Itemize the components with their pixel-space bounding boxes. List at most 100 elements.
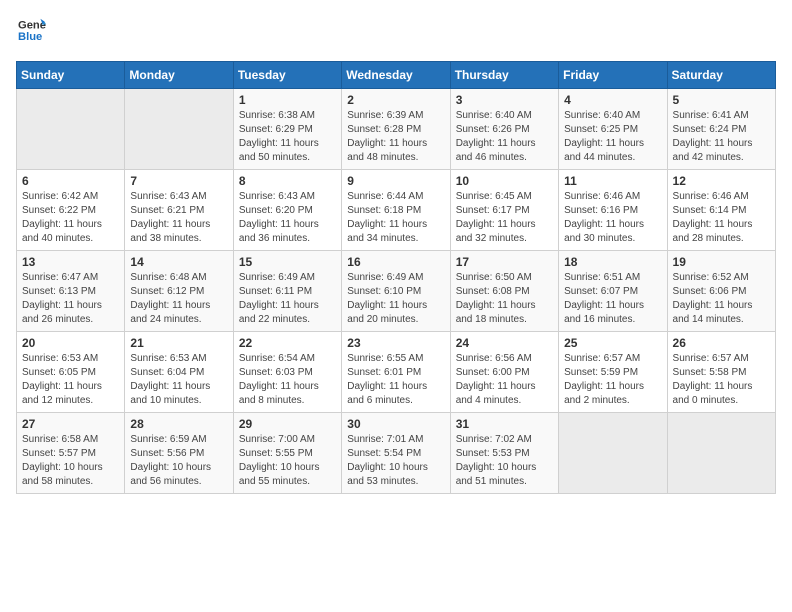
calendar-header-row: SundayMondayTuesdayWednesdayThursdayFrid…: [17, 62, 776, 89]
day-number: 22: [239, 336, 336, 350]
day-number: 25: [564, 336, 661, 350]
cell-info: Sunrise: 6:43 AMSunset: 6:21 PMDaylight:…: [130, 190, 227, 246]
calendar-cell: 9 Sunrise: 6:44 AMSunset: 6:18 PMDaylight…: [342, 170, 450, 251]
cell-info: Sunrise: 6:43 AMSunset: 6:20 PMDaylight:…: [239, 190, 336, 246]
day-number: 20: [22, 336, 119, 350]
calendar-cell: 24Sunrise: 6:56 AMSunset: 6:00 PMDayligh…: [450, 332, 558, 413]
cell-info: Sunrise: 6:52 AMSunset: 6:06 PMDaylight:…: [673, 271, 770, 327]
day-number: 7: [130, 174, 227, 188]
header-wednesday: Wednesday: [342, 62, 450, 89]
logo-icon: General Blue: [18, 16, 46, 44]
day-number: 31: [456, 417, 553, 431]
cell-info: Sunrise: 6:49 AMSunset: 6:11 PMDaylight:…: [239, 271, 336, 327]
calendar-cell: [559, 413, 667, 494]
calendar-cell: 28 Sunrise: 6:59 AMSunset: 5:56 PMDayligh…: [125, 413, 233, 494]
calendar-cell: 4Sunrise: 6:40 AMSunset: 6:25 PMDaylight…: [559, 89, 667, 170]
cell-info: Sunrise: 6:57 AMSunset: 5:59 PMDaylight:…: [564, 352, 661, 408]
cell-info: Sunrise: 6:44 AMSunset: 6:18 PMDaylight:…: [347, 190, 444, 246]
cell-info: Sunrise: 6:40 AMSunset: 6:26 PMDaylight:…: [456, 109, 553, 165]
cell-info: Sunrise: 6:46 AMSunset: 6:16 PMDaylight:…: [564, 190, 661, 246]
calendar-cell: 15 Sunrise: 6:49 AMSunset: 6:11 PMDayligh…: [233, 251, 341, 332]
cell-info: Sunrise: 6:53 AMSunset: 6:05 PMDaylight:…: [22, 352, 119, 408]
calendar-cell: 14 Sunrise: 6:48 AMSunset: 6:12 PMDayligh…: [125, 251, 233, 332]
cell-info: Sunrise: 6:59 AMSunset: 5:56 PMDaylight:…: [130, 433, 227, 489]
calendar-cell: 13Sunrise: 6:47 AMSunset: 6:13 PMDayligh…: [17, 251, 125, 332]
calendar-table: SundayMondayTuesdayWednesdayThursdayFrid…: [16, 61, 776, 494]
page-header: General Blue: [16, 16, 776, 49]
calendar-cell: 1 Sunrise: 6:38 AMSunset: 6:29 PMDaylight…: [233, 89, 341, 170]
day-number: 14: [130, 255, 227, 269]
calendar-week-row: 27Sunrise: 6:58 AMSunset: 5:57 PMDayligh…: [17, 413, 776, 494]
calendar-cell: 2 Sunrise: 6:39 AMSunset: 6:28 PMDaylight…: [342, 89, 450, 170]
cell-info: Sunrise: 6:55 AMSunset: 6:01 PMDaylight:…: [347, 352, 444, 408]
day-number: 26: [673, 336, 770, 350]
calendar-cell: 16Sunrise: 6:49 AMSunset: 6:10 PMDayligh…: [342, 251, 450, 332]
header-friday: Friday: [559, 62, 667, 89]
calendar-cell: 18 Sunrise: 6:51 AMSunset: 6:07 PMDayligh…: [559, 251, 667, 332]
calendar-cell: 31Sunrise: 7:02 AMSunset: 5:53 PMDayligh…: [450, 413, 558, 494]
cell-info: Sunrise: 6:50 AMSunset: 6:08 PMDaylight:…: [456, 271, 553, 327]
calendar-cell: 3 Sunrise: 6:40 AMSunset: 6:26 PMDaylight…: [450, 89, 558, 170]
cell-info: Sunrise: 7:00 AMSunset: 5:55 PMDaylight:…: [239, 433, 336, 489]
day-number: 5: [673, 93, 770, 107]
day-number: 3: [456, 93, 553, 107]
calendar-cell: 17 Sunrise: 6:50 AMSunset: 6:08 PMDayligh…: [450, 251, 558, 332]
cell-info: Sunrise: 6:42 AMSunset: 6:22 PMDaylight:…: [22, 190, 119, 246]
day-number: 10: [456, 174, 553, 188]
day-number: 6: [22, 174, 119, 188]
cell-info: Sunrise: 6:40 AMSunset: 6:25 PMDaylight:…: [564, 109, 661, 165]
calendar-cell: 30 Sunrise: 7:01 AMSunset: 5:54 PMDayligh…: [342, 413, 450, 494]
cell-info: Sunrise: 6:57 AMSunset: 5:58 PMDaylight:…: [673, 352, 770, 408]
header-monday: Monday: [125, 62, 233, 89]
cell-info: Sunrise: 6:48 AMSunset: 6:12 PMDaylight:…: [130, 271, 227, 327]
calendar-cell: 11 Sunrise: 6:46 AMSunset: 6:16 PMDayligh…: [559, 170, 667, 251]
calendar-cell: 19 Sunrise: 6:52 AMSunset: 6:06 PMDayligh…: [667, 251, 775, 332]
day-number: 12: [673, 174, 770, 188]
day-number: 16: [347, 255, 444, 269]
calendar-cell: 21Sunrise: 6:53 AMSunset: 6:04 PMDayligh…: [125, 332, 233, 413]
header-sunday: Sunday: [17, 62, 125, 89]
cell-info: Sunrise: 6:46 AMSunset: 6:14 PMDaylight:…: [673, 190, 770, 246]
svg-text:Blue: Blue: [18, 31, 42, 43]
calendar-cell: [667, 413, 775, 494]
day-number: 2: [347, 93, 444, 107]
calendar-cell: 25 Sunrise: 6:57 AMSunset: 5:59 PMDayligh…: [559, 332, 667, 413]
calendar-cell: 22Sunrise: 6:54 AMSunset: 6:03 PMDayligh…: [233, 332, 341, 413]
calendar-cell: 5 Sunrise: 6:41 AMSunset: 6:24 PMDaylight…: [667, 89, 775, 170]
day-number: 15: [239, 255, 336, 269]
logo: General Blue: [16, 16, 38, 49]
cell-info: Sunrise: 6:45 AMSunset: 6:17 PMDaylight:…: [456, 190, 553, 246]
day-number: 29: [239, 417, 336, 431]
day-number: 9: [347, 174, 444, 188]
day-number: 1: [239, 93, 336, 107]
header-thursday: Thursday: [450, 62, 558, 89]
day-number: 8: [239, 174, 336, 188]
calendar-cell: 12 Sunrise: 6:46 AMSunset: 6:14 PMDayligh…: [667, 170, 775, 251]
calendar-cell: 8 Sunrise: 6:43 AMSunset: 6:20 PMDaylight…: [233, 170, 341, 251]
day-number: 28: [130, 417, 227, 431]
calendar-week-row: 13Sunrise: 6:47 AMSunset: 6:13 PMDayligh…: [17, 251, 776, 332]
calendar-week-row: 6 Sunrise: 6:42 AMSunset: 6:22 PMDaylight…: [17, 170, 776, 251]
cell-info: Sunrise: 6:38 AMSunset: 6:29 PMDaylight:…: [239, 109, 336, 165]
calendar-cell: 27Sunrise: 6:58 AMSunset: 5:57 PMDayligh…: [17, 413, 125, 494]
day-number: 18: [564, 255, 661, 269]
calendar-cell: 20 Sunrise: 6:53 AMSunset: 6:05 PMDayligh…: [17, 332, 125, 413]
day-number: 11: [564, 174, 661, 188]
calendar-cell: 23 Sunrise: 6:55 AMSunset: 6:01 PMDayligh…: [342, 332, 450, 413]
header-tuesday: Tuesday: [233, 62, 341, 89]
day-number: 17: [456, 255, 553, 269]
cell-info: Sunrise: 6:41 AMSunset: 6:24 PMDaylight:…: [673, 109, 770, 165]
day-number: 13: [22, 255, 119, 269]
day-number: 30: [347, 417, 444, 431]
calendar-cell: [125, 89, 233, 170]
day-number: 23: [347, 336, 444, 350]
cell-info: Sunrise: 6:39 AMSunset: 6:28 PMDaylight:…: [347, 109, 444, 165]
calendar-cell: [17, 89, 125, 170]
calendar-cell: 6 Sunrise: 6:42 AMSunset: 6:22 PMDaylight…: [17, 170, 125, 251]
header-saturday: Saturday: [667, 62, 775, 89]
cell-info: Sunrise: 6:51 AMSunset: 6:07 PMDaylight:…: [564, 271, 661, 327]
calendar-cell: 26 Sunrise: 6:57 AMSunset: 5:58 PMDayligh…: [667, 332, 775, 413]
day-number: 19: [673, 255, 770, 269]
cell-info: Sunrise: 7:01 AMSunset: 5:54 PMDaylight:…: [347, 433, 444, 489]
cell-info: Sunrise: 6:58 AMSunset: 5:57 PMDaylight:…: [22, 433, 119, 489]
